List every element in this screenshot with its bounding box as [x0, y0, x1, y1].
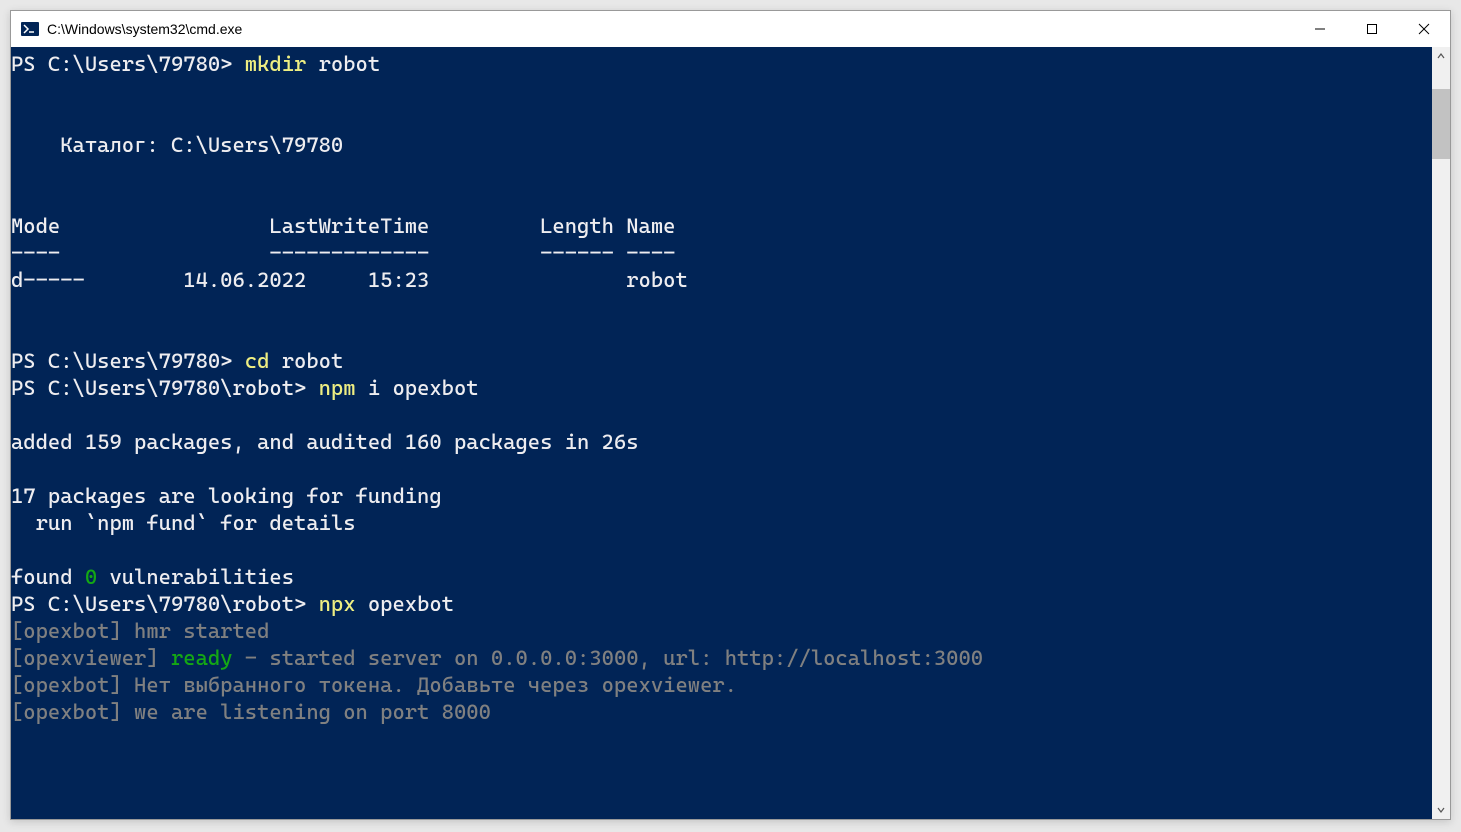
command-name: npm	[319, 376, 368, 400]
npm-funding: run `npm fund` for details	[11, 511, 356, 535]
prompt: PS C:\Users\79780\robot>	[11, 592, 319, 616]
prompt: PS C:\Users\79780>	[11, 349, 245, 373]
maximize-button[interactable]	[1346, 11, 1398, 47]
vuln-count: 0	[85, 565, 97, 589]
window-controls	[1294, 11, 1450, 47]
table-header: Mode LastWriteTime Length Name	[11, 214, 675, 238]
scrollbar-thumb[interactable]	[1432, 89, 1450, 159]
command-name: mkdir	[245, 52, 319, 76]
vertical-scrollbar[interactable]	[1432, 47, 1450, 819]
command-arg: i opexbot	[368, 376, 479, 400]
table-row: d----- 14.06.2022 15:23 robot	[11, 268, 688, 292]
command-arg: robot	[319, 52, 381, 76]
npm-output: added 159 packages, and audited 160 pack…	[11, 430, 639, 454]
cmd-window: C:\Windows\system32\cmd.exe PS C:\Users\…	[10, 10, 1451, 820]
ready-status: ready	[171, 646, 233, 670]
vuln-text: found	[11, 565, 85, 589]
scroll-down-arrow-icon[interactable]	[1432, 801, 1450, 819]
vuln-text: vulnerabilities	[97, 565, 294, 589]
command-arg: opexbot	[368, 592, 454, 616]
title-bar[interactable]: C:\Windows\system32\cmd.exe	[11, 11, 1450, 47]
command-name: cd	[245, 349, 282, 373]
minimize-button[interactable]	[1294, 11, 1346, 47]
opexbot-log: [opexbot] Нет выбранного токена. Добавьт…	[11, 673, 737, 697]
prompt: PS C:\Users\79780\robot>	[11, 376, 319, 400]
npm-funding: 17 packages are looking for funding	[11, 484, 442, 508]
window-title: C:\Windows\system32\cmd.exe	[47, 21, 1294, 37]
opexbot-log: [opexbot] hmr started	[11, 619, 269, 643]
opexviewer-prefix: [opexviewer]	[11, 646, 171, 670]
scrollbar-track[interactable]	[1432, 65, 1450, 801]
scroll-up-arrow-icon[interactable]	[1432, 47, 1450, 65]
command-name: npx	[319, 592, 368, 616]
directory-header: Каталог: C:\Users\79780	[11, 133, 343, 157]
opexbot-log: [opexbot] we are listening on port 8000	[11, 700, 491, 724]
opexviewer-log: - started server on 0.0.0.0:3000, url: h…	[233, 646, 984, 670]
command-arg: robot	[282, 349, 344, 373]
powershell-icon	[21, 20, 39, 38]
terminal-output[interactable]: PS C:\Users\79780> mkdir robot Каталог: …	[11, 47, 1432, 819]
table-divider: ---- ------------- ------ ----	[11, 241, 675, 265]
close-button[interactable]	[1398, 11, 1450, 47]
prompt: PS C:\Users\79780>	[11, 52, 245, 76]
terminal-area: PS C:\Users\79780> mkdir robot Каталог: …	[11, 47, 1450, 819]
